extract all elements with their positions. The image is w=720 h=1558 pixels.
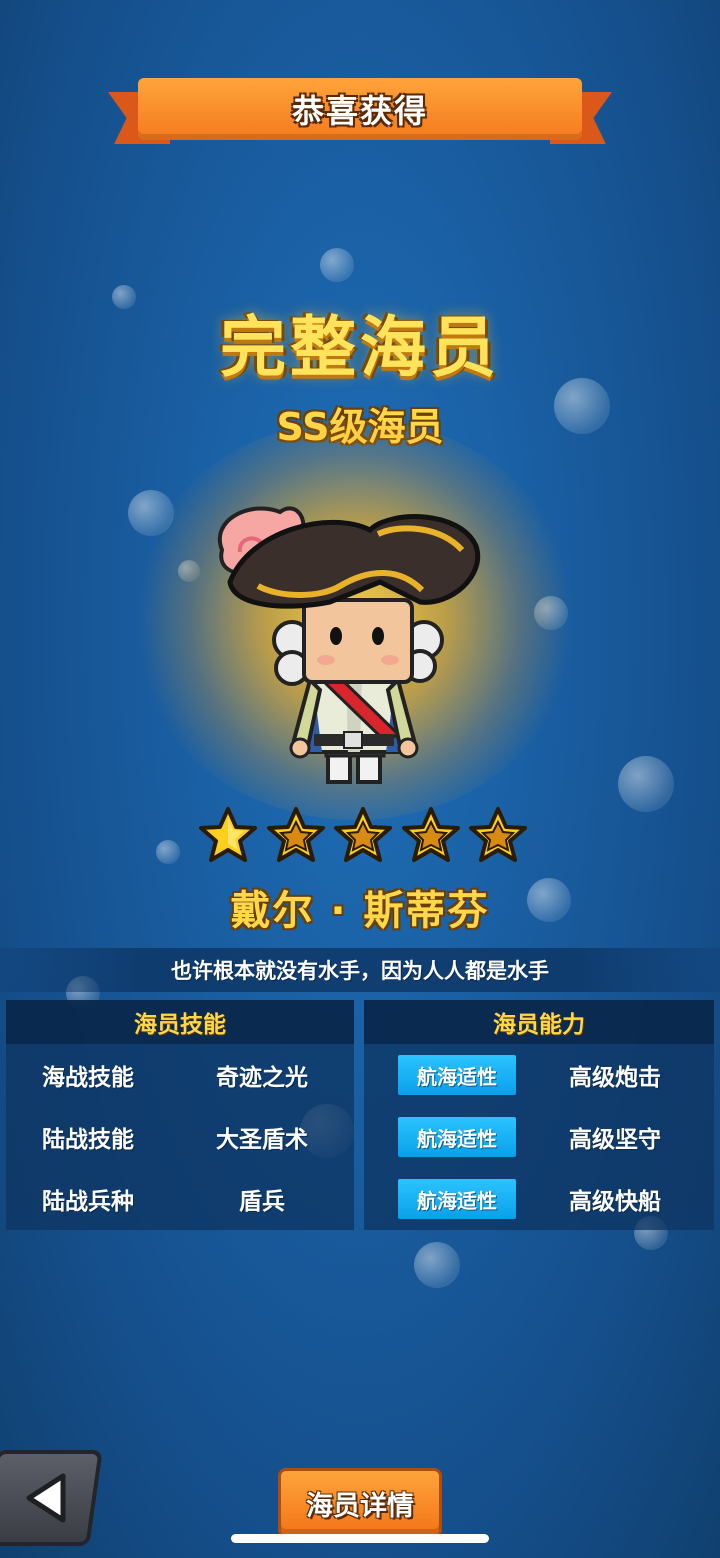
- banner-body: 恭喜获得: [138, 78, 582, 140]
- bubble: [320, 248, 354, 282]
- reward-headline: 完整海员: [220, 309, 500, 386]
- skill-key: 陆战兵种: [42, 1189, 134, 1215]
- ability-tag: 航海适性: [398, 1179, 516, 1219]
- skill-value: 大圣盾术: [216, 1127, 308, 1153]
- skill-row: 海战技能 奇迹之光: [6, 1044, 354, 1106]
- character-quote: 也许根本就没有水手，因为人人都是水手: [171, 959, 549, 983]
- back-arrow-icon: [26, 1473, 66, 1523]
- star-icon: [199, 807, 257, 862]
- bubble: [156, 840, 180, 864]
- skill-value: 奇迹之光: [216, 1065, 308, 1091]
- skill-value: 盾兵: [239, 1189, 285, 1215]
- reward-banner: 恭喜获得: [108, 78, 612, 152]
- pirate-character-illustration: [217, 506, 481, 784]
- star-icon: [266, 807, 325, 862]
- ability-value: 高级快船: [569, 1189, 661, 1215]
- bubble: [618, 756, 674, 812]
- skill-key: 海战技能: [42, 1065, 134, 1091]
- star-icon: [469, 807, 527, 862]
- skill-key: 陆战技能: [42, 1127, 134, 1153]
- home-indicator[interactable]: [231, 1534, 489, 1543]
- ability-row: 航海适性 高级快船: [364, 1168, 714, 1230]
- star-icon: [401, 807, 460, 862]
- ability-value: 高级坚守: [569, 1127, 661, 1153]
- ability-row: 航海适性 高级炮击: [364, 1044, 714, 1106]
- ability-value: 高级炮击: [569, 1065, 661, 1091]
- ability-row: 航海适性 高级坚守: [364, 1106, 714, 1168]
- skill-row: 陆战兵种 盾兵: [6, 1168, 354, 1230]
- back-button[interactable]: [0, 1450, 103, 1546]
- star-icon: [334, 807, 392, 862]
- character-name: 戴尔 · 斯蒂芬: [230, 888, 490, 934]
- skill-row: 陆战技能 大圣盾术: [6, 1106, 354, 1168]
- ability-tag: 航海适性: [398, 1055, 516, 1095]
- quote-bar: 也许根本就没有水手，因为人人都是水手: [0, 948, 720, 992]
- skills-panel-title: 海员技能: [6, 1000, 354, 1044]
- bubble: [414, 1242, 460, 1288]
- crew-detail-button[interactable]: 海员详情: [278, 1468, 442, 1538]
- ability-panel: 海员能力 航海适性 高级炮击 航海适性 高级坚守 航海适性 高级快船: [364, 1000, 714, 1230]
- ability-panel-title: 海员能力: [364, 1000, 714, 1044]
- star-rating: [198, 806, 528, 870]
- skills-panel: 海员技能 海战技能 奇迹之光 陆战技能 大圣盾术 陆战兵种 盾兵: [6, 1000, 354, 1230]
- banner-title: 恭喜获得: [291, 92, 428, 130]
- ability-tag: 航海适性: [398, 1117, 516, 1157]
